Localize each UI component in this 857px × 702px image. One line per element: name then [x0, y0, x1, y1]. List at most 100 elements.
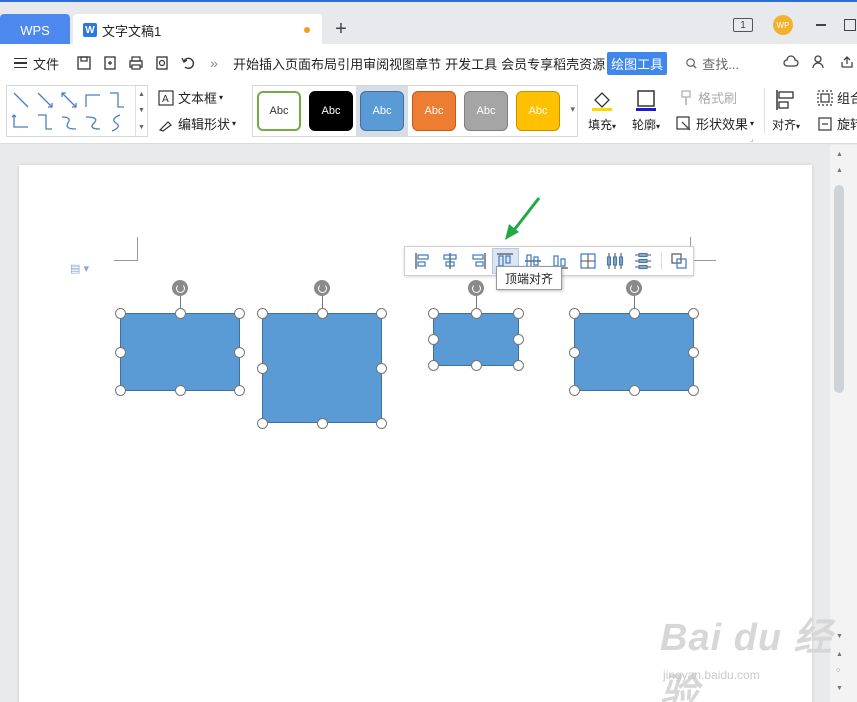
rotate-handle-icon[interactable] [172, 280, 188, 296]
resize-handle[interactable] [471, 308, 482, 319]
more-quick-access-icon[interactable]: » [201, 51, 227, 75]
resize-handle[interactable] [688, 385, 699, 396]
tab-page-layout[interactable]: 页面布局 [285, 54, 337, 73]
group-shapes-icon[interactable] [666, 248, 694, 274]
resize-handle[interactable] [115, 308, 126, 319]
rotate-handle-icon[interactable] [314, 280, 330, 296]
resize-handle[interactable] [428, 360, 439, 371]
outline-button[interactable]: 轮廓▾ [632, 88, 660, 133]
resize-handle[interactable] [257, 363, 268, 374]
lines-gallery[interactable]: ▲ ▼ ▼ [6, 85, 148, 137]
new-tab-button[interactable]: + [330, 18, 352, 40]
lines-gallery-scroll[interactable]: ▲ ▼ ▼ [135, 86, 147, 136]
group-button[interactable]: 组合 [817, 88, 857, 107]
tab-home[interactable]: 开始 [233, 54, 259, 73]
style-gray[interactable]: Abc [464, 91, 508, 131]
blue-rectangle[interactable] [120, 313, 240, 391]
wps-home-tab[interactable]: WPS [0, 14, 70, 46]
resize-handle[interactable] [629, 385, 640, 396]
export-pdf-icon[interactable] [97, 51, 123, 75]
tab-insert[interactable]: 插入 [259, 54, 285, 73]
cloud-sync-icon[interactable] [781, 52, 801, 72]
resize-handle[interactable] [569, 385, 580, 396]
rotate-handle-icon[interactable] [468, 280, 484, 296]
resize-handle[interactable] [175, 385, 186, 396]
resize-handle[interactable] [317, 418, 328, 429]
resize-handle[interactable] [513, 334, 524, 345]
resize-handle[interactable] [629, 308, 640, 319]
shape-effects-button[interactable]: 形状效果 ▾ [676, 114, 754, 133]
resize-handle[interactable] [428, 308, 439, 319]
resize-handle[interactable] [376, 308, 387, 319]
resize-handle[interactable] [257, 418, 268, 429]
tab-developer[interactable]: 开发工具 [445, 54, 497, 73]
textbox-button[interactable]: A 文本框 ▾ [158, 88, 223, 107]
search-box[interactable]: 查找... [685, 54, 739, 73]
scroll-top-icon[interactable]: ▲ [836, 151, 843, 158]
tab-view[interactable]: 视图 [389, 54, 415, 73]
paragraph-options-icon[interactable]: ▤ ▾ [70, 262, 89, 275]
tab-member[interactable]: 会员专享 [501, 54, 553, 73]
styles-more-icon[interactable]: ▾ [570, 104, 575, 115]
rotate-handle-icon[interactable] [626, 280, 642, 296]
resize-handle[interactable] [688, 347, 699, 358]
resize-handle[interactable] [234, 308, 245, 319]
resize-handle[interactable] [175, 308, 186, 319]
format-painter-button[interactable]: 格式刷 [678, 88, 737, 107]
resize-handle[interactable] [569, 308, 580, 319]
resize-handle[interactable] [257, 308, 268, 319]
resize-handle[interactable] [688, 308, 699, 319]
rotate-button[interactable]: 旋转 [817, 114, 857, 133]
resize-handle[interactable] [234, 385, 245, 396]
resize-handle[interactable] [513, 360, 524, 371]
window-count-badge[interactable]: 1 [733, 18, 753, 32]
blue-rectangle[interactable] [262, 313, 382, 423]
scrollbar-thumb[interactable] [834, 185, 844, 393]
resize-handle[interactable] [234, 347, 245, 358]
shape-styles-gallery[interactable]: Abc Abc Abc Abc Abc Abc ▾ [252, 85, 578, 137]
undo-icon[interactable] [175, 51, 201, 75]
align-left-icon[interactable] [409, 248, 437, 274]
distribute-horizontal-icon[interactable] [602, 248, 630, 274]
tab-review[interactable]: 审阅 [363, 54, 389, 73]
style-blue[interactable]: Abc [360, 91, 404, 131]
dialog-launcher-icon[interactable]: ⌟ [750, 134, 754, 143]
document-tab[interactable]: W 文字文稿1 [73, 14, 322, 46]
user-avatar[interactable]: WP [773, 15, 793, 35]
print-icon[interactable] [123, 51, 149, 75]
resize-handle[interactable] [115, 347, 126, 358]
style-orange[interactable]: Abc [412, 91, 456, 131]
tab-section[interactable]: 章节 [415, 54, 441, 73]
share-users-icon[interactable] [809, 52, 829, 72]
resize-handle[interactable] [317, 308, 328, 319]
share-icon[interactable] [837, 52, 857, 72]
align-center-icon[interactable] [437, 248, 465, 274]
fill-button[interactable]: 填充▾ [588, 88, 616, 133]
resize-handle[interactable] [376, 363, 387, 374]
resize-handle[interactable] [471, 360, 482, 371]
minimize-button[interactable] [815, 14, 827, 36]
resize-handle[interactable] [513, 308, 524, 319]
save-icon[interactable] [71, 51, 97, 75]
resize-handle[interactable] [428, 334, 439, 345]
resize-handle[interactable] [569, 347, 580, 358]
print-preview-icon[interactable] [149, 51, 175, 75]
blue-rectangle[interactable] [433, 313, 519, 366]
style-gold[interactable]: Abc [516, 91, 560, 131]
resize-handle[interactable] [115, 385, 126, 396]
align-page-center-icon[interactable] [574, 248, 602, 274]
resize-handle[interactable] [376, 418, 387, 429]
edit-shape-button[interactable]: 编辑形状 ▾ [158, 114, 236, 133]
maximize-button[interactable] [843, 14, 857, 36]
scroll-up-icon[interactable]: ▲ [836, 167, 843, 174]
blue-rectangle[interactable] [574, 313, 694, 391]
tab-docer-resources[interactable]: 稻壳资源 [553, 54, 605, 73]
file-menu[interactable]: 文件 [0, 54, 59, 73]
style-white-green[interactable]: Abc [257, 91, 301, 131]
tab-references[interactable]: 引用 [337, 54, 363, 73]
style-black[interactable]: Abc [309, 91, 353, 131]
align-button[interactable]: 对齐▾ [772, 88, 800, 133]
align-right-icon[interactable] [464, 248, 492, 274]
distribute-vertical-icon[interactable] [629, 248, 657, 274]
tab-drawing-tools[interactable]: 绘图工具 [607, 51, 668, 75]
